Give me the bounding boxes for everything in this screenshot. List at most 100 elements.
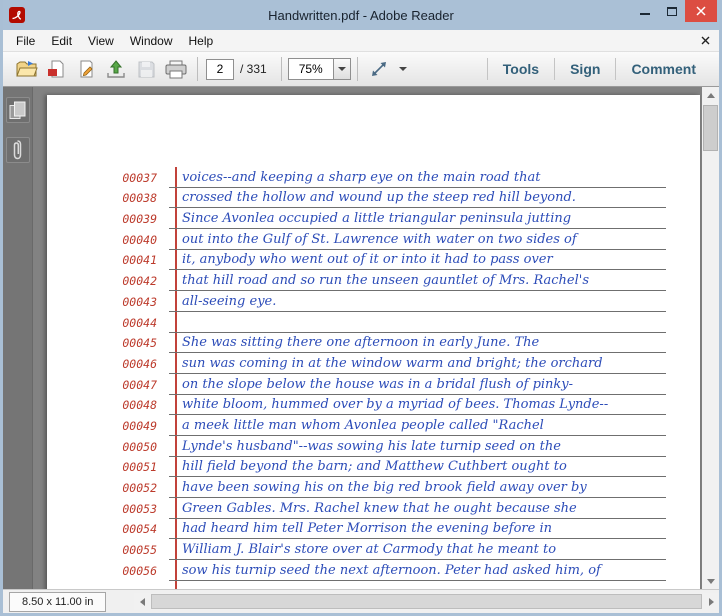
close-icon: [696, 6, 706, 16]
line-text: all-seeing eye.: [169, 291, 666, 312]
scroll-up-button[interactable]: [702, 87, 719, 103]
toolbar-separator: [197, 57, 198, 81]
horizontal-scroll-track[interactable]: [150, 593, 703, 610]
line-number: 00041: [122, 253, 157, 268]
toolbar-separator: [356, 57, 358, 81]
line-text: had heard him tell Peter Morrison the ev…: [169, 519, 666, 540]
close-document-button[interactable]: [701, 36, 710, 45]
menu-help[interactable]: Help: [181, 31, 222, 51]
doc-line: 00040 out into the Gulf of St. Lawrence w…: [47, 229, 700, 250]
menu-edit[interactable]: Edit: [43, 31, 80, 51]
line-text: it, anybody who went out of it or into i…: [169, 250, 666, 271]
toolbar-more-button[interactable]: [394, 55, 412, 83]
doc-line: 00054 had heard him tell Peter Morrison t…: [47, 519, 700, 540]
line-number: 00047: [122, 377, 157, 392]
line-text: Since Avonlea occupied a little triangul…: [169, 208, 666, 230]
attachments-button[interactable]: [5, 137, 30, 163]
doc-line: 00044: [47, 312, 700, 333]
arrow-left-icon: [139, 597, 145, 606]
doc-line: 00049 a meek little man whom Avonlea peop…: [47, 415, 700, 436]
scroll-left-button[interactable]: [134, 593, 151, 610]
horizontal-scrollbar[interactable]: [134, 593, 719, 610]
doc-line: 00047 on the slope below the house was in…: [47, 374, 700, 395]
doc-line: 00051 hill field beyond the barn; and Mat…: [47, 457, 700, 478]
print-icon: [165, 60, 187, 78]
comment-button[interactable]: Comment: [616, 52, 711, 86]
dynamic-zoom-button[interactable]: [364, 55, 394, 83]
scroll-down-button[interactable]: [702, 573, 719, 589]
maximize-button[interactable]: [658, 0, 685, 22]
navigation-pane-strip: [3, 87, 33, 589]
sign-button[interactable]: Sign: [555, 52, 615, 86]
doc-line: 00050 Lynde's husband"--was sowing his la…: [47, 436, 700, 457]
line-number: 00051: [122, 460, 157, 475]
open-icon: [15, 60, 38, 76]
maximize-icon: [666, 6, 677, 16]
menubar: File Edit View Window Help: [3, 30, 719, 52]
menu-file[interactable]: File: [8, 31, 43, 51]
line-number: 00039: [122, 212, 157, 227]
arrow-right-icon: [708, 597, 714, 606]
adobe-reader-window: Handwritten.pdf - Adobe Reader File Edit…: [0, 0, 722, 616]
line-number: 00040: [122, 232, 157, 247]
menu-window[interactable]: Window: [122, 31, 181, 51]
open-button[interactable]: [11, 55, 41, 83]
share-button[interactable]: [101, 55, 131, 83]
document-area[interactable]: 00037 voices--and keeping a sharp eye on …: [33, 87, 702, 589]
titlebar[interactable]: Handwritten.pdf - Adobe Reader: [3, 0, 719, 30]
minimize-button[interactable]: [631, 0, 658, 22]
main-area: 00037 voices--and keeping a sharp eye on …: [3, 87, 719, 589]
line-number: 00049: [122, 418, 157, 433]
doc-line: 00052 have been sowing his on the big red…: [47, 477, 700, 498]
line-number: 00052: [122, 481, 157, 495]
line-text: Lynde's husband"--was sowing his late tu…: [169, 436, 666, 457]
menu-view[interactable]: View: [80, 31, 122, 51]
create-pdf-button[interactable]: [41, 55, 71, 83]
line-text: crossed the hollow and wound up the stee…: [169, 188, 666, 209]
tools-button[interactable]: Tools: [488, 52, 554, 86]
vertical-scroll-thumb[interactable]: [703, 105, 718, 151]
line-number: 00042: [122, 274, 157, 289]
page-total-label: / 331: [240, 62, 267, 76]
page-thumbnails-icon: [9, 101, 26, 119]
doc-line: 00056 sow his turnip seed the next aftern…: [47, 560, 700, 581]
dynamic-zoom-icon: [371, 62, 386, 76]
line-text: out into the Gulf of St. Lawrence with w…: [169, 229, 666, 250]
zoom-level[interactable]: 75%: [287, 58, 334, 80]
page-thumbnails-button[interactable]: [5, 97, 30, 123]
arrow-down-icon: [706, 578, 715, 584]
line-number: 00053: [122, 501, 157, 516]
fill-sign-button[interactable]: [71, 55, 101, 83]
horizontal-scroll-thumb[interactable]: [151, 594, 702, 609]
line-number: 00043: [122, 294, 157, 309]
doc-line: 00055 William J. Blair's store over at Ca…: [47, 539, 700, 561]
close-document-icon: [701, 36, 710, 45]
close-button[interactable]: [685, 0, 717, 22]
panel-buttons: Tools Sign Comment: [486, 52, 711, 86]
doc-line: 00048 white bloom, hummed over by a myria…: [47, 395, 700, 416]
doc-line: 00039 Since Avonlea occupied a little tri…: [47, 208, 700, 230]
doc-line: 00038 crossed the hollow and wound up the…: [47, 188, 700, 209]
line-text: a meek little man whom Avonlea people ca…: [169, 415, 666, 436]
window-title: Handwritten.pdf - Adobe Reader: [268, 7, 454, 23]
line-text: on the slope below the house was in a br…: [169, 374, 666, 395]
zoom-dropdown-button[interactable]: [333, 58, 351, 80]
line-number: 00054: [122, 522, 157, 537]
window-controls: [631, 0, 717, 22]
arrow-up-icon: [706, 92, 715, 98]
vertical-scrollbar[interactable]: [702, 87, 719, 589]
line-text: sun was coming in at the window warm and…: [169, 353, 666, 374]
page-number-input[interactable]: [206, 58, 234, 80]
minimize-icon: [639, 13, 650, 15]
doc-line: 00053 Green Gables. Mrs. Rachel knew that…: [47, 498, 700, 519]
vertical-scroll-track[interactable]: [702, 103, 719, 573]
print-button[interactable]: [161, 55, 191, 83]
scroll-right-button[interactable]: [703, 593, 719, 610]
save-icon: [138, 61, 154, 77]
line-text: that hill road and so run the unseen gau…: [169, 270, 666, 292]
save-button[interactable]: [131, 55, 161, 83]
share-icon: [107, 59, 125, 78]
line-text: voices--and keeping a sharp eye on the m…: [169, 167, 666, 188]
line-number: 00055: [122, 543, 157, 558]
line-number: 00046: [122, 356, 157, 371]
